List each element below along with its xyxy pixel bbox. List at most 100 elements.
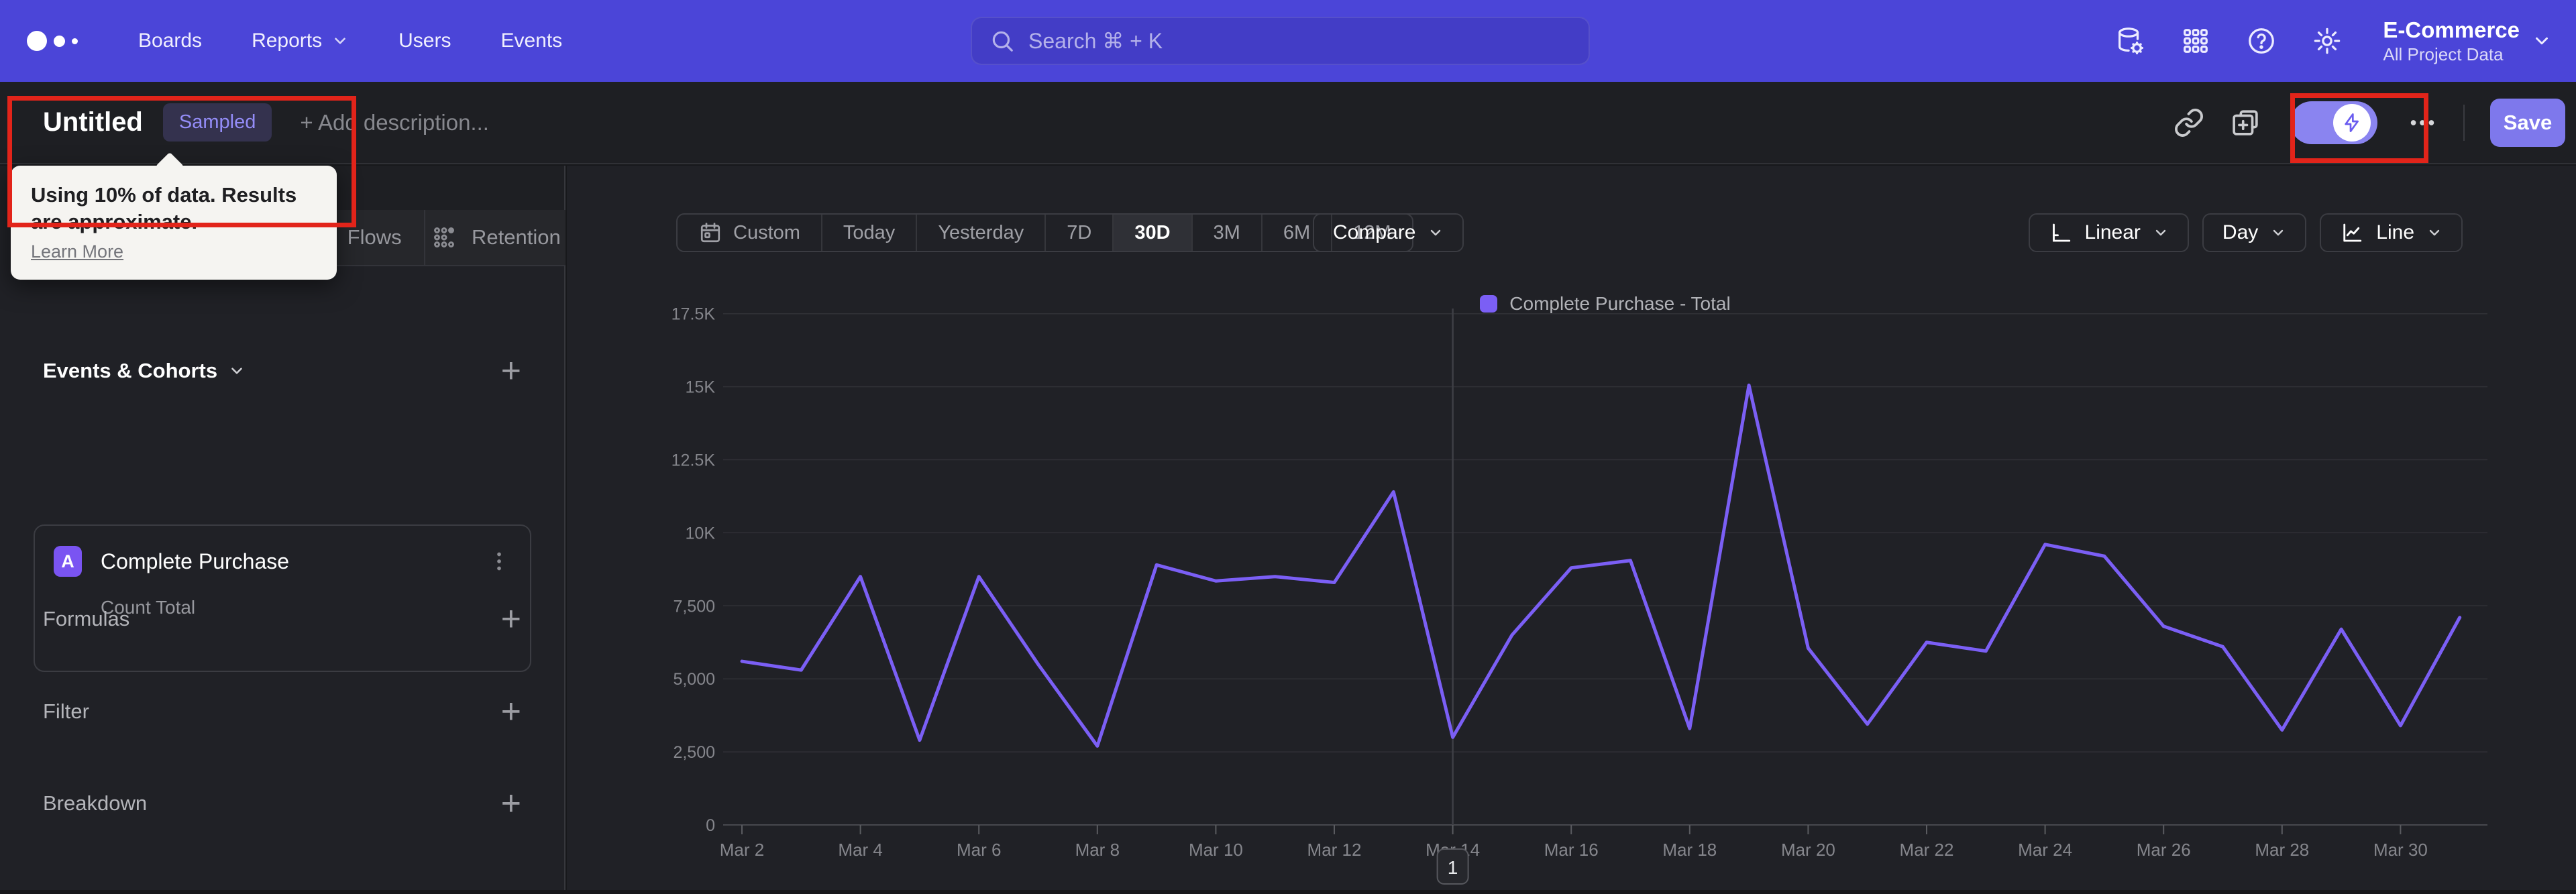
save-button[interactable]: Save bbox=[2490, 98, 2565, 147]
more-menu-icon[interactable] bbox=[2407, 107, 2438, 138]
chart-type-label: Line bbox=[2376, 221, 2414, 243]
sampled-badge[interactable]: Sampled bbox=[162, 103, 272, 142]
x-axis-label: Mar 10 bbox=[1189, 840, 1243, 860]
sampling-tooltip: Using 10% of data. Results are approxima… bbox=[11, 166, 337, 280]
tab-retention[interactable]: Retention bbox=[423, 210, 566, 265]
query-builder-panel: Events & Cohorts + A Complete Purchase C… bbox=[0, 266, 564, 890]
chevron-down-icon bbox=[2536, 37, 2548, 45]
search-input[interactable]: Search ⌘ + K bbox=[971, 17, 1590, 65]
add-breakdown-button[interactable]: + bbox=[501, 786, 521, 821]
compare-button[interactable]: Compare bbox=[1313, 213, 1464, 252]
date-range-control: Custom Today Yesterday 7D 30D 3M 6M 12M bbox=[676, 213, 1413, 252]
events-cohorts-label: Events & Cohorts bbox=[43, 359, 218, 382]
sampling-tooltip-text: Using 10% of data. Results are approxima… bbox=[31, 183, 297, 234]
linear-axis-icon bbox=[2052, 223, 2070, 242]
interval-label: Day bbox=[2222, 221, 2259, 243]
line-chart-icon bbox=[2343, 223, 2362, 242]
range-yesterday[interactable]: Yesterday bbox=[916, 215, 1044, 251]
x-axis-label: Mar 20 bbox=[1781, 840, 1835, 860]
y-axis-label: 2,500 bbox=[673, 743, 715, 762]
nav-reports-label: Reports bbox=[252, 30, 323, 52]
divider bbox=[2463, 104, 2465, 141]
formulas-label: Formulas bbox=[43, 607, 130, 630]
event-letter-badge: A bbox=[54, 546, 82, 577]
range-custom-label: Custom bbox=[733, 221, 800, 243]
retention-icon bbox=[434, 227, 454, 247]
data-management-icon[interactable] bbox=[2114, 25, 2145, 56]
x-axis-label: Mar 16 bbox=[1544, 840, 1599, 860]
interval-dropdown[interactable]: Day bbox=[2202, 213, 2307, 252]
sampling-toggle[interactable] bbox=[2290, 101, 2377, 144]
series-line[interactable] bbox=[740, 383, 2462, 748]
report-header: Untitled Sampled + Add description... Sa… bbox=[0, 82, 2576, 164]
events-cohorts-title[interactable]: Events & Cohorts bbox=[43, 359, 246, 383]
nav-users-label: Users bbox=[398, 30, 451, 52]
help-icon[interactable] bbox=[2246, 25, 2277, 56]
chevron-down-icon bbox=[2429, 229, 2440, 236]
chevron-down-icon bbox=[1431, 229, 1441, 236]
range-today-label: Today bbox=[843, 221, 896, 243]
add-to-board-icon[interactable] bbox=[2230, 107, 2261, 138]
range-3m[interactable]: 3M bbox=[1191, 215, 1261, 251]
chart-type-dropdown[interactable]: Line bbox=[2320, 213, 2463, 252]
x-axis-label: Mar 24 bbox=[2018, 840, 2072, 860]
link-icon[interactable] bbox=[2174, 107, 2204, 138]
sampling-toggle-knob bbox=[2333, 103, 2371, 142]
nav-boards[interactable]: Boards bbox=[138, 30, 202, 52]
nav-boards-label: Boards bbox=[138, 30, 203, 52]
project-switcher[interactable]: E-Commerce All Project Data bbox=[2383, 17, 2552, 65]
x-axis-label: Mar 8 bbox=[1075, 840, 1120, 860]
chevron-down-icon bbox=[335, 38, 345, 44]
search-placeholder: Search ⌘ + K bbox=[1028, 29, 1163, 53]
chart-svg: 0 2,500 5,000 7,500 10K 12.5K 15K 17.5K Mar 2 Mar… bbox=[672, 305, 2487, 885]
range-30d-label: 30D bbox=[1134, 221, 1171, 243]
chevron-down-icon bbox=[2155, 229, 2166, 236]
x-axis-label: Mar 12 bbox=[1307, 840, 1362, 860]
x-axis-label: Mar 4 bbox=[838, 840, 882, 860]
range-3m-label: 3M bbox=[1213, 221, 1240, 243]
event-options-icon[interactable] bbox=[487, 549, 511, 573]
scale-label: Linear bbox=[2084, 221, 2141, 243]
scale-dropdown[interactable]: Linear bbox=[2028, 213, 2189, 252]
range-custom[interactable]: Custom bbox=[678, 215, 821, 251]
event-card[interactable]: A Complete Purchase Count Total bbox=[34, 524, 531, 672]
formulas-section: Formulas + bbox=[43, 602, 521, 636]
y-axis-label: 5,000 bbox=[673, 670, 715, 689]
nav-reports[interactable]: Reports bbox=[252, 30, 349, 52]
annotation-badge-label[interactable]: 1 bbox=[1448, 857, 1458, 878]
settings-gear-icon[interactable] bbox=[2312, 25, 2343, 56]
event-name[interactable]: Complete Purchase bbox=[101, 549, 289, 574]
mixpanel-logo-icon[interactable] bbox=[27, 31, 78, 51]
breakdown-label: Breakdown bbox=[43, 791, 148, 815]
range-today[interactable]: Today bbox=[820, 215, 916, 251]
range-7d-label: 7D bbox=[1067, 221, 1092, 243]
y-axis-label: 15K bbox=[686, 378, 716, 397]
search-icon bbox=[992, 31, 1013, 52]
learn-more-link[interactable]: Learn More bbox=[31, 241, 123, 262]
chevron-down-icon bbox=[231, 368, 242, 374]
add-event-button[interactable]: + bbox=[501, 353, 521, 388]
project-name: E-Commerce bbox=[2383, 17, 2520, 42]
range-30d[interactable]: 30D bbox=[1112, 215, 1191, 251]
report-title[interactable]: Untitled bbox=[43, 107, 143, 137]
y-axis-label: 7,500 bbox=[673, 597, 715, 616]
add-description[interactable]: + Add description... bbox=[300, 110, 489, 135]
nav-events[interactable]: Events bbox=[500, 30, 562, 52]
apps-grid-icon[interactable] bbox=[2180, 25, 2211, 56]
nav-users[interactable]: Users bbox=[398, 30, 451, 52]
y-axis-label: 10K bbox=[686, 524, 716, 543]
line-chart[interactable]: 0 2,500 5,000 7,500 10K 12.5K 15K 17.5K Mar 2 Mar… bbox=[672, 300, 2576, 894]
chevron-down-icon bbox=[2273, 229, 2284, 236]
chart-area: Custom Today Yesterday 7D 30D 3M 6M 12M … bbox=[567, 166, 2576, 890]
tab-flows-label: Flows bbox=[347, 225, 402, 249]
filter-section: Filter + bbox=[43, 694, 521, 729]
range-7d[interactable]: 7D bbox=[1044, 215, 1112, 251]
x-axis-label: Mar 6 bbox=[957, 840, 1001, 860]
x-axis-label: Mar 18 bbox=[1662, 840, 1717, 860]
add-filter-button[interactable]: + bbox=[501, 694, 521, 729]
x-axis-label: Mar 28 bbox=[2255, 840, 2309, 860]
add-formula-button[interactable]: + bbox=[501, 602, 521, 636]
range-yesterday-label: Yesterday bbox=[938, 221, 1024, 243]
range-6m-label: 6M bbox=[1283, 221, 1311, 243]
filter-label: Filter bbox=[43, 700, 89, 723]
